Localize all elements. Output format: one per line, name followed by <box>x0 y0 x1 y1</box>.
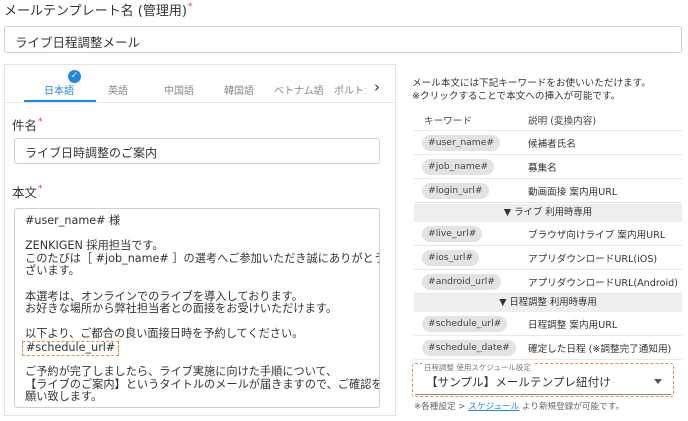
subject-input[interactable]: ライブ日時調整のご案内 <box>14 138 380 164</box>
schedule-url-highlight: #schedule_url# <box>22 340 120 356</box>
keyword-intro-note: ※クリックすることで本文への挿入が可能です。 <box>412 91 621 102</box>
keyword-description: アプリダウンロードURL(Android) <box>528 278 678 289</box>
schedule-note: ※各種設定 > スケジュール より新規登録が可能です。 <box>414 400 624 412</box>
keyword-description: アプリダウンロードURL(iOS) <box>528 254 658 265</box>
keyword-chip-schedule-date[interactable]: #schedule_date# <box>422 340 516 356</box>
keyword-chip-job-name[interactable]: #job_name# <box>422 159 495 175</box>
tab-portuguese[interactable]: ポルトガ <box>334 82 366 97</box>
tab-japanese[interactable]: 日本語 <box>44 82 74 97</box>
tab-divider <box>4 102 396 103</box>
required-mark: * <box>187 2 193 12</box>
body-label: 本文* <box>12 184 43 200</box>
body-line: 以下より、ご都合の良い面接日時を予約してください。 <box>25 327 304 341</box>
required-mark: * <box>38 117 43 127</box>
keyword-row: #live_url# ブラウザ向けライブ 案内用URL <box>414 222 682 246</box>
schedule-settings-link[interactable]: スケジュール <box>468 402 519 412</box>
keyword-chip-live-url[interactable]: #live_url# <box>422 226 483 242</box>
keyword-row: #login_url# 動画面接 案内用URL <box>414 179 682 203</box>
schedule-note-suffix: より新規登録が可能です。 <box>519 402 625 412</box>
schedule-select-value[interactable]: 【サンプル】メールテンプレ紐付け <box>426 374 611 390</box>
header-keyword: キーワード <box>424 116 472 127</box>
keyword-row: #ios_url# アプリダウンロードURL(iOS) <box>414 246 682 270</box>
body-line <box>25 278 369 291</box>
tab-english[interactable]: 英語 <box>108 82 128 97</box>
keyword-chip-ios-url[interactable]: #ios_url# <box>422 250 480 266</box>
body-line: 願い致します。 <box>25 390 103 404</box>
tab-korean[interactable]: 韓国語 <box>224 82 254 97</box>
template-name-input[interactable]: ライブ日程調整メール <box>4 26 682 53</box>
body-line: ざいます。 <box>25 264 80 278</box>
header-description: 説明 (変換内容) <box>528 116 597 127</box>
chevron-right-icon[interactable]: › <box>367 77 387 97</box>
template-name-label: メールテンプレート名 (管理用)* <box>4 2 193 19</box>
keyword-description: 確定した日程 (※調整完了通知用) <box>528 344 672 355</box>
keyword-description: ブラウザ向けライブ 案内用URL <box>528 230 666 241</box>
keyword-row: #android_url# アプリダウンロードURL(Android) <box>414 270 682 294</box>
keyword-chip-user-name[interactable]: #user_name# <box>422 135 501 151</box>
keyword-intro-line: メール本文には下記キーワードをお使いいただけます。 <box>412 78 651 89</box>
body-line: ご予約が完了しましたら、ライブ実施に向けた手順について、 <box>25 365 338 379</box>
body-line: お好きな場所から弊社担当者との面接をお受けいただけます。 <box>25 302 338 316</box>
tab-vietnamese[interactable]: ベトナム語 <box>274 82 324 97</box>
body-textarea[interactable]: #user_name# 様 ZENKIGEN 採用担当です。 このたびは［ #j… <box>14 208 380 408</box>
schedule-section-header: ▼ 日程調整 利用時専用 <box>414 294 682 312</box>
caret-down-icon[interactable] <box>654 379 662 384</box>
subject-label: 件名* <box>12 117 43 133</box>
keyword-description: 日程調整 案内用URL <box>528 320 618 331</box>
keyword-chip-login-url[interactable]: #login_url# <box>422 183 489 199</box>
required-mark: * <box>38 184 43 194</box>
language-tabs: 日本語 英語 中国語 韓国語 ベトナム語 ポルトガ <box>8 70 392 100</box>
keyword-table-header: キーワード 説明 (変換内容) <box>414 108 682 131</box>
keyword-chip-android-url[interactable]: #android_url# <box>422 274 502 290</box>
tab-chinese[interactable]: 中国語 <box>164 82 194 97</box>
keyword-description: 候補者氏名 <box>528 139 576 150</box>
keyword-row: #schedule_date# 確定した日程 (※調整完了通知用) <box>414 336 682 360</box>
check-icon: ✓ <box>68 70 81 83</box>
keyword-intro: メール本文には下記キーワードをお使いいただけます。 ※クリックすることで本文への… <box>412 77 684 103</box>
schedule-note-prefix: ※各種設定 > <box>414 402 469 412</box>
keyword-row: #schedule_url# 日程調整 案内用URL <box>414 312 682 336</box>
body-line: ZENKIGEN 採用担当です。 <box>25 239 164 253</box>
body-line: #user_name# 様 <box>25 214 121 227</box>
keyword-description: 募集名 <box>528 163 557 174</box>
keyword-chip-schedule-url[interactable]: #schedule_url# <box>422 316 508 332</box>
live-section-header: ▼ ライブ 利用時専用 <box>414 204 682 222</box>
keyword-description: 動画面接 案内用URL <box>528 187 618 198</box>
keyword-row: #user_name# 候補者氏名 <box>414 131 682 155</box>
schedule-select-label: 日程調整 使用スケジュール設定 <box>422 362 533 373</box>
keyword-row: #job_name# 募集名 <box>414 155 682 179</box>
